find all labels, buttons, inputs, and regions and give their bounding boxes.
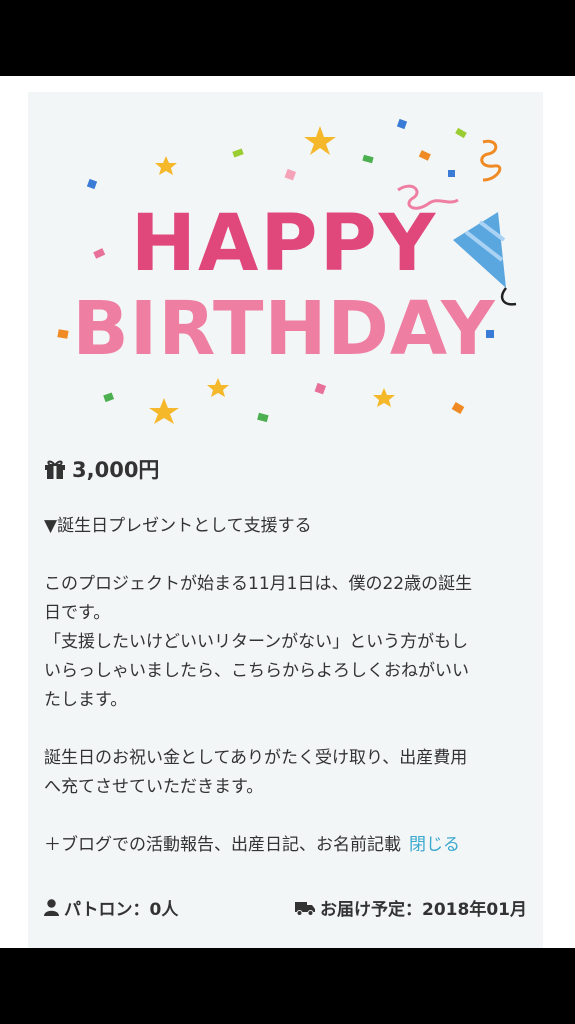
- hero-line1: HAPPY: [131, 199, 437, 289]
- patron-text: パトロン：0人: [64, 900, 179, 920]
- happy-birthday-illustration: HAPPY BIRTHDAY: [57, 118, 517, 424]
- truck-icon: [295, 901, 316, 916]
- hero-line2: BIRTHDAY: [72, 286, 496, 372]
- delivery-date: お届け予定：2018年01月: [295, 895, 527, 920]
- reward-footer: パトロン：0人 お届け予定：2018年01月: [44, 895, 527, 920]
- patron-count: パトロン：0人: [44, 895, 178, 920]
- price-value: 3,000円: [72, 458, 160, 482]
- extras-text: ＋ブログでの活動報告、出産日記、お名前記載: [44, 835, 401, 855]
- reward-description: ▼誕生日プレゼントとして支援する このプロジェクトが始まる11月1日は、僕の22…: [44, 512, 534, 860]
- page: HAPPY BIRTHDAY 3,000円 ▼誕生日プレゼントとして支援する こ…: [0, 76, 575, 948]
- description-line: たします。: [44, 690, 128, 710]
- hero-image: HAPPY BIRTHDAY: [28, 92, 543, 442]
- description-line: へ充てさせていただきます。: [44, 777, 264, 797]
- reward-card[interactable]: HAPPY BIRTHDAY 3,000円 ▼誕生日プレゼントとして支援する こ…: [28, 92, 543, 948]
- description-extras: ＋ブログでの活動報告、出産日記、お名前記載 閉じる: [44, 831, 534, 860]
- description-line: このプロジェクトが始まる11月1日は、僕の22歳の誕生: [44, 574, 473, 594]
- description-heading: ▼誕生日プレゼントとして支援する: [44, 516, 312, 536]
- close-link[interactable]: 閉じる: [409, 835, 460, 855]
- description-line: 「支援したいけどいいリターンがない」という方がもし: [44, 632, 469, 652]
- description-line: 日です。: [44, 603, 111, 623]
- user-icon: [44, 899, 59, 916]
- delivery-text: お届け予定：2018年01月: [320, 900, 527, 920]
- gift-icon: [45, 460, 65, 479]
- description-line: 誕生日のお祝い金としてありがたく受け取り、出産費用: [44, 748, 468, 768]
- reward-price: 3,000円: [44, 454, 159, 484]
- description-line: いらっしゃいましたら、こちらからよろしくおねがいい: [44, 661, 469, 681]
